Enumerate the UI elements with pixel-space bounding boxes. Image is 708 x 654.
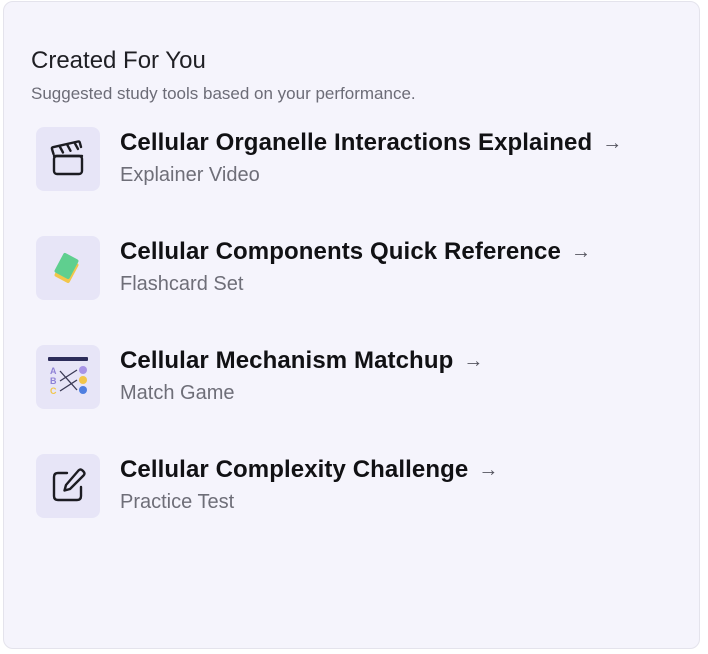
clapperboard-icon [50,140,84,176]
study-tool-tile [36,454,100,518]
study-tool-title[interactable]: Cellular Components Quick Reference → [120,238,591,266]
study-tool-tile [36,236,100,300]
study-tool-type: Practice Test [120,491,235,513]
flashcards-icon [54,253,79,283]
study-tool-item-practice-test[interactable]: Cellular Complexity Challenge → Practice … [36,454,656,520]
study-tool-title[interactable]: Cellular Organelle Interactions Explaine… [120,129,622,157]
arrow-right-icon: → [463,350,484,372]
arrow-right-icon: → [478,459,499,481]
section-title: Created For You [31,47,206,74]
study-tool-type: Match Game [120,382,235,404]
study-tool-title[interactable]: Cellular Mechanism Matchup → [120,347,483,375]
edit-icon [52,468,86,502]
arrow-right-icon: → [570,241,592,263]
svg-text:C: C [50,386,57,396]
study-tool-tile [36,127,100,191]
study-tool-type: Flashcard Set [120,273,244,295]
study-tool-item-match-game[interactable]: A B C Cellular Mechanism Matchup → Match … [36,345,656,411]
study-tool-tile: A B C [36,345,100,409]
svg-text:B: B [50,376,57,386]
study-tool-type: Explainer Video [120,164,260,186]
study-tool-item-explainer-video[interactable]: Cellular Organelle Interactions Explaine… [36,127,656,193]
study-tool-item-flashcard-set[interactable]: Cellular Components Quick Reference → Fla… [36,236,656,302]
created-for-you-card: Created For You Suggested study tools ba… [3,1,700,649]
match-game-icon: A B C [48,357,88,396]
section-subtitle: Suggested study tools based on your perf… [31,84,416,103]
arrow-right-icon: → [602,132,623,154]
svg-text:A: A [50,366,57,376]
study-tool-title[interactable]: Cellular Complexity Challenge → [120,456,498,484]
